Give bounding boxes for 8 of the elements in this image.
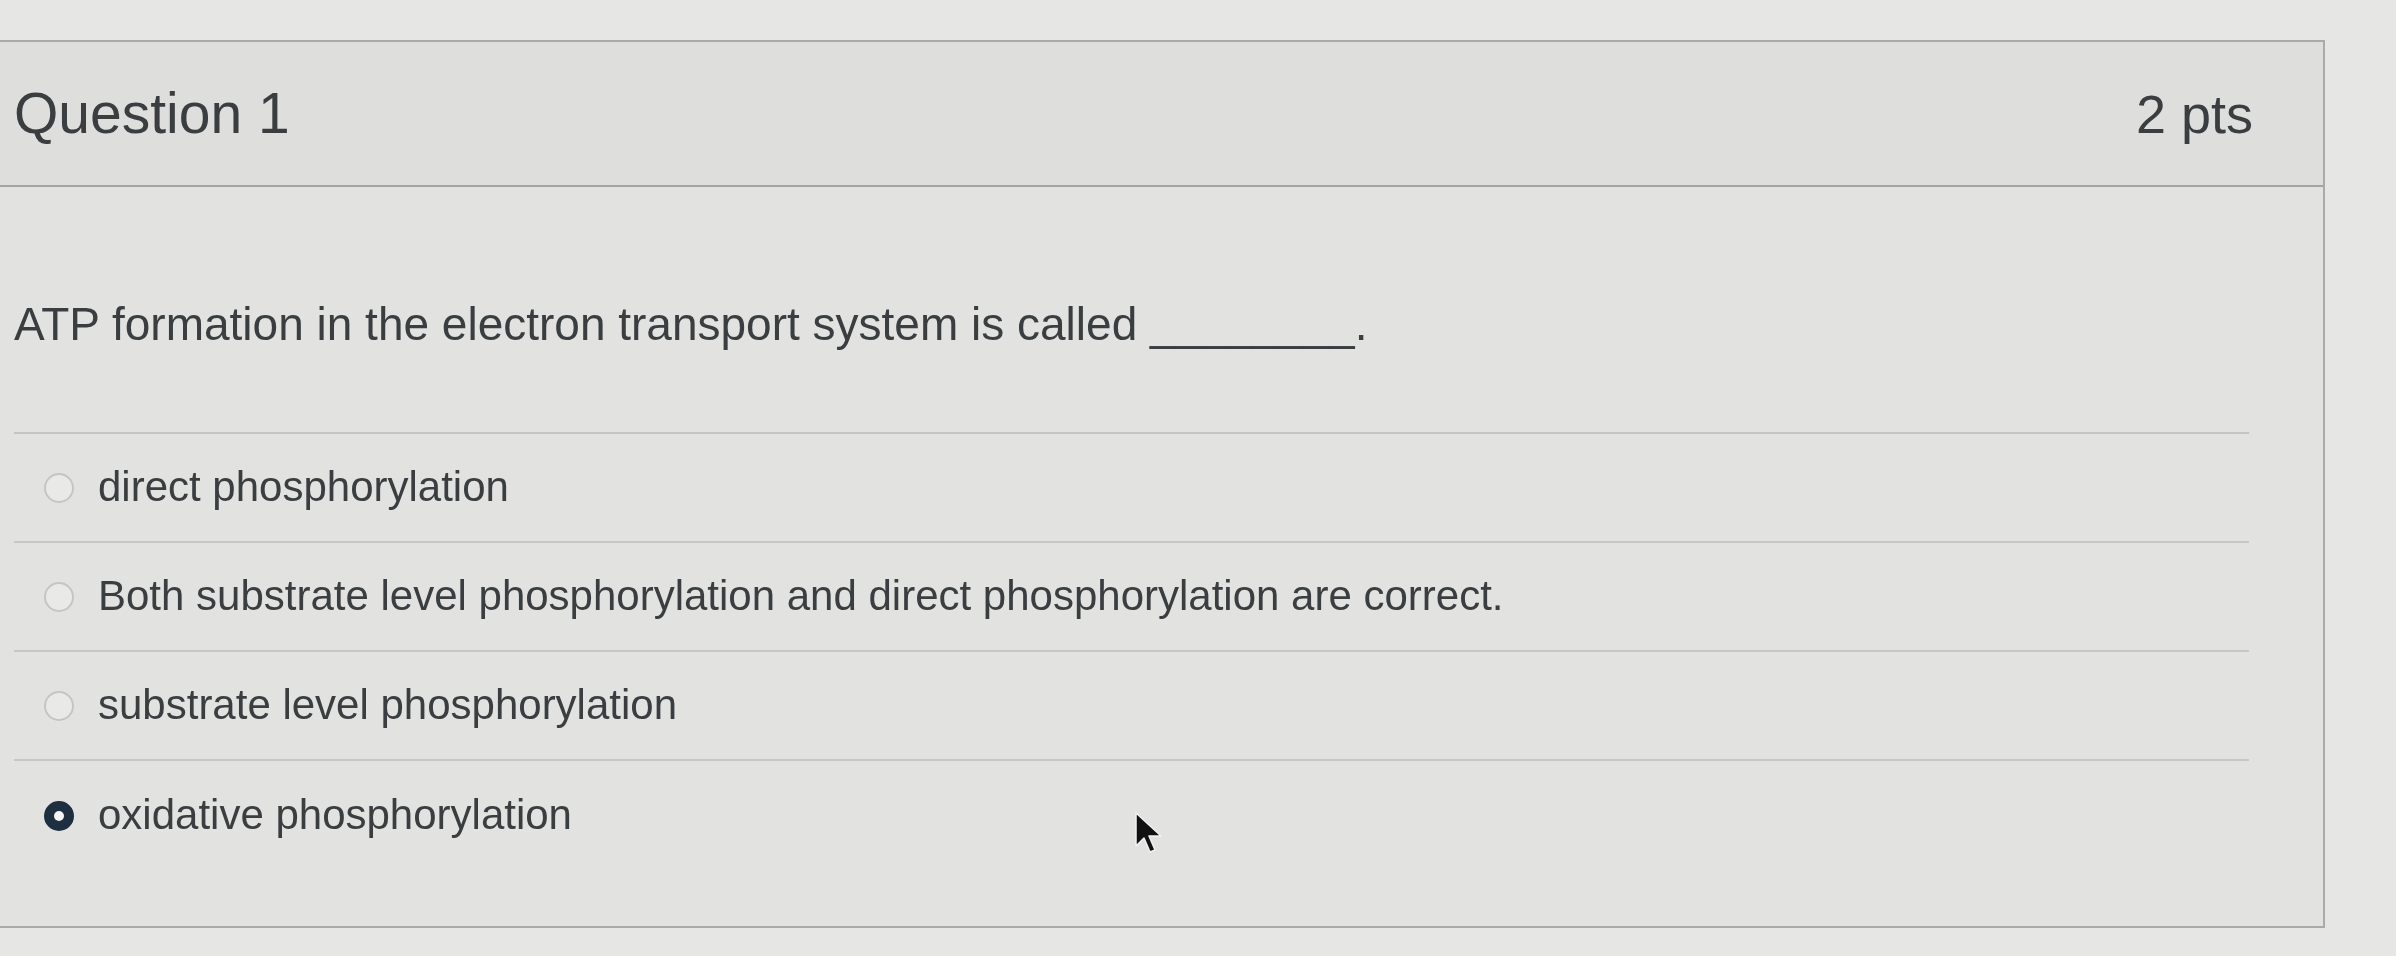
answer-label[interactable]: Both substrate level phosphorylation and direct phosphorylation are correct. bbox=[98, 571, 1504, 622]
answer-label[interactable]: substrate level phosphorylation bbox=[98, 680, 678, 731]
mouse-pointer-icon bbox=[1135, 812, 1163, 854]
radio-button[interactable] bbox=[44, 800, 74, 831]
answer-label[interactable]: oxidative phosphorylation bbox=[98, 790, 572, 841]
answer-label[interactable]: direct phosphorylation bbox=[98, 462, 509, 513]
question-title: Question 1 bbox=[14, 85, 290, 142]
question-text: ATP formation in the electron transport system is called ________. bbox=[14, 298, 1368, 350]
